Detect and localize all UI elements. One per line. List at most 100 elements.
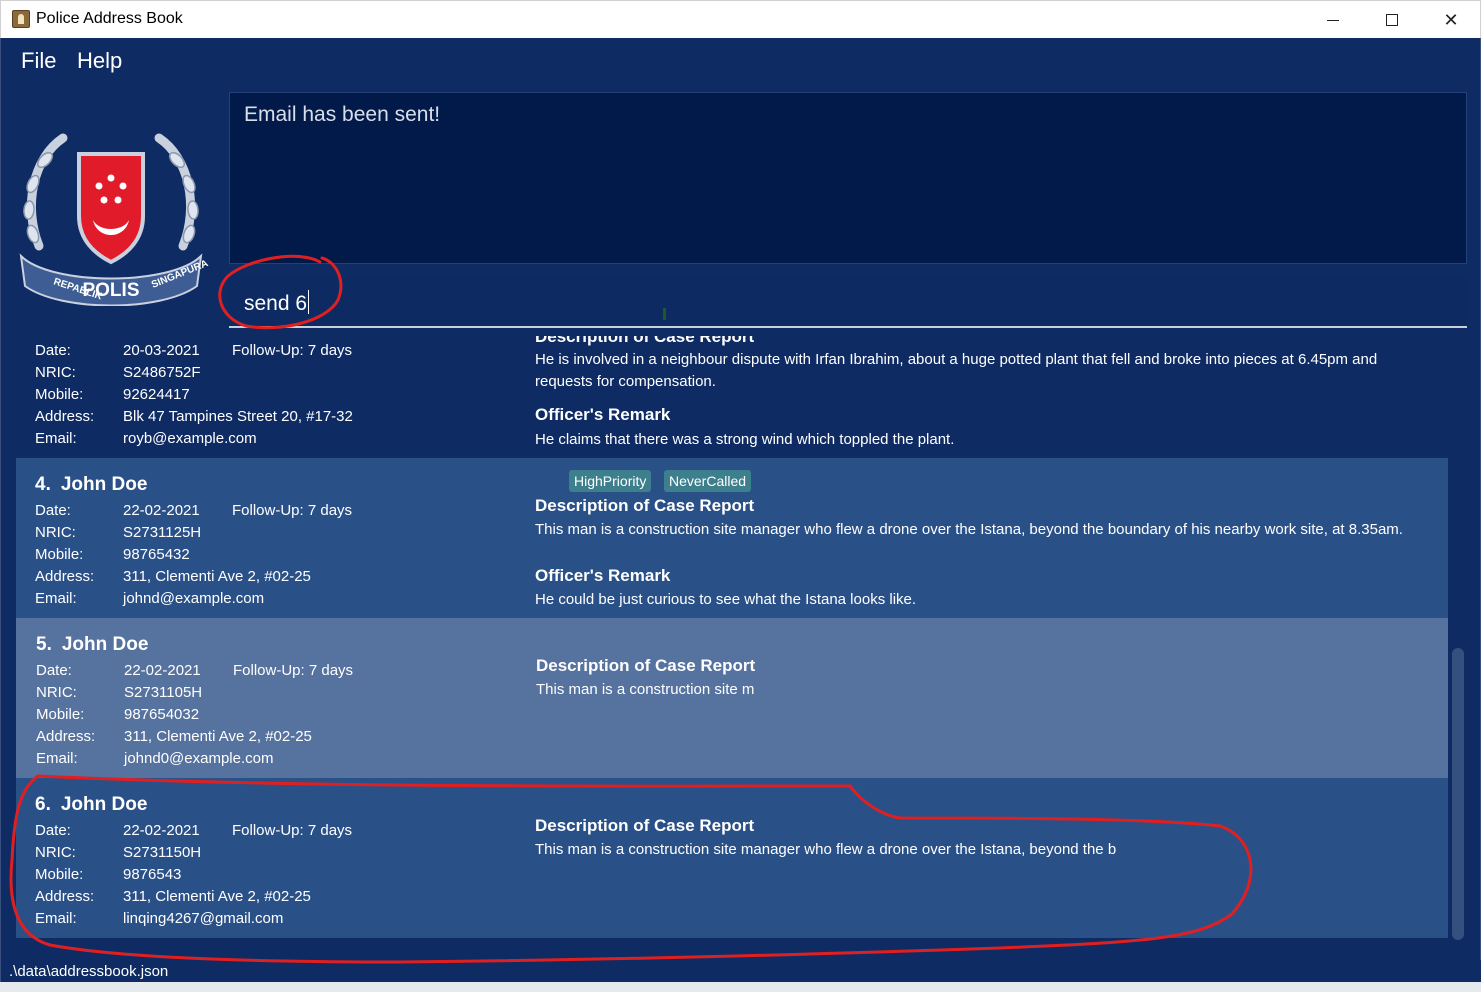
menu-bar: File Help (1, 38, 1481, 82)
email-value: linqing4267@gmail.com (123, 910, 284, 927)
maximize-icon (1386, 14, 1398, 26)
close-button[interactable]: ✕ (1422, 1, 1480, 39)
person-list[interactable]: Date: 20-03-2021 Follow-Up: 7 days NRIC: S… (16, 336, 1448, 940)
nric-value: S2486752F (123, 364, 201, 381)
date-label: Date: (35, 342, 71, 359)
nric-value: S2731125H (123, 524, 202, 541)
remark-text: He could be just curious to see what the… (535, 591, 917, 608)
address-label: Address: (35, 568, 95, 585)
mobile-value: 92624417 (123, 386, 190, 403)
person-card[interactable]: Date: 20-03-2021 Follow-Up: 7 days NRIC: S… (16, 336, 1448, 458)
nric-value: S2731105H (124, 684, 203, 701)
logo-center-text: POLIS (82, 280, 139, 301)
email-label: Email: (35, 590, 77, 607)
address-row: Address: 311, Clementi Ave 2, #02-25 (35, 888, 311, 905)
minimize-icon (1327, 19, 1339, 21)
mobile-label: Mobile: (35, 546, 84, 563)
followup-text: Follow-Up: 7 days (232, 502, 353, 519)
mobile-row: Mobile: 987654032 (36, 706, 199, 723)
address-row: Address: 311, Clementi Ave 2, #02-25 (35, 568, 311, 585)
app-window: Police Address Book ✕ File Help REPABLIK… (0, 0, 1481, 992)
list-scrollbar-thumb[interactable] (1452, 648, 1464, 940)
address-label: Address: (35, 408, 95, 425)
nric-label: NRIC: (36, 684, 77, 701)
mouse-cursor-icon (663, 308, 666, 320)
address-value: Blk 47 Tampines Street 20, #17-32 (123, 408, 353, 425)
nric-label: NRIC: (35, 844, 76, 861)
case-report-text: He is involved in a neighbour dispute wi… (535, 351, 1378, 390)
email-label: Email: (36, 750, 78, 767)
case-report-text: This man is a construction site manager … (535, 841, 1117, 858)
followup-text: Follow-Up: 7 days (232, 822, 353, 839)
mobile-label: Mobile: (35, 386, 84, 403)
address-book-icon (12, 10, 30, 28)
case-report-text: This man is a construction site manager … (535, 521, 1403, 538)
date-value: 22-02-2021 (124, 662, 201, 679)
case-report-title: Description of Case Report (535, 816, 755, 835)
menu-file[interactable]: File (21, 48, 56, 74)
address-label: Address: (36, 728, 96, 745)
person-index: 4. (35, 474, 51, 495)
email-row: Email: linqing4267@gmail.com (35, 910, 283, 927)
followup-text: Follow-Up: 7 days (233, 662, 354, 679)
date-label: Date: (35, 502, 71, 519)
minimize-button[interactable] (1304, 1, 1362, 39)
command-input[interactable]: send 6 (229, 276, 1467, 328)
nric-label: NRIC: (35, 524, 76, 541)
person-card-selected[interactable]: 5. John Doe Date: 22-02-2021 Follow-Up: 7 … (16, 618, 1448, 778)
red-shield-icon (77, 152, 145, 265)
maximize-button[interactable] (1363, 1, 1421, 39)
person-card[interactable]: 4. John Doe Date: 22-02-2021 Follow-Up: 7 … (16, 458, 1448, 618)
command-text: send 6 (244, 290, 310, 316)
address-row: Address: Blk 47 Tampines Street 20, #17-3… (35, 408, 353, 425)
close-icon: ✕ (1443, 9, 1459, 30)
result-display: Email has been sent! (229, 92, 1467, 264)
case-report-title: Description of Case Report (536, 656, 756, 675)
address-row: Address: 311, Clementi Ave 2, #02-25 (36, 728, 312, 745)
person-name-text: John Doe (61, 634, 149, 655)
person-index: 6. (35, 794, 51, 815)
date-label: Date: (36, 662, 72, 679)
date-row: Date: 22-02-2021 (35, 502, 200, 519)
person-name-text: John Doe (60, 794, 148, 815)
address-value: 311, Clementi Ave 2, #02-25 (123, 568, 311, 585)
followup-text: Follow-Up: 7 days (232, 342, 353, 359)
person-card[interactable]: 6. John Doe Date: 22-02-2021 Follow-Up: 7 … (16, 778, 1448, 938)
address-value: 311, Clementi Ave 2, #02-25 (123, 888, 311, 905)
address-label: Address: (35, 888, 95, 905)
case-report-title: Description of Case Report (535, 496, 755, 515)
date-value: 22-02-2021 (123, 822, 200, 839)
person-name: 5. John Doe (36, 634, 148, 656)
nric-row: NRIC: S2731150H (35, 844, 201, 861)
email-row: Email: royb@example.com (35, 430, 257, 447)
tag-badge: NeverCalled (664, 470, 752, 492)
remark-text: He claims that there was a strong wind w… (535, 431, 955, 448)
email-value: johnd@example.com (123, 590, 265, 607)
date-label: Date: (35, 822, 71, 839)
person-name: 4. John Doe (35, 474, 147, 496)
nric-value: S2731150H (123, 844, 202, 861)
main-panel: File Help REPABLIK POLIS SINGAPURA Email… (0, 38, 1481, 992)
case-report-text: This man is a construction site m (536, 681, 755, 698)
menu-help[interactable]: Help (77, 48, 122, 74)
police-crest-logo: REPABLIK POLIS SINGAPURA (19, 133, 210, 306)
title-bar: Police Address Book ✕ (0, 0, 1481, 38)
data-file-path: .\data\addressbook.json (9, 963, 169, 980)
date-row: Date: 22-02-2021 (35, 822, 200, 839)
case-report-title: Description of Case Report (535, 336, 755, 346)
result-message: Email has been sent! (244, 103, 441, 126)
person-index: 5. (36, 634, 52, 655)
mobile-value: 98765432 (123, 546, 190, 563)
email-label: Email: (35, 430, 77, 447)
text-caret (308, 290, 310, 314)
remark-title: Officer's Remark (535, 405, 671, 424)
email-value: royb@example.com (123, 430, 257, 447)
nric-row: NRIC: S2486752F (35, 364, 201, 381)
os-taskbar (0, 982, 1481, 992)
date-value: 20-03-2021 (123, 342, 200, 359)
email-value: johnd0@example.com (124, 750, 274, 767)
person-name: 6. John Doe (35, 794, 147, 816)
email-row: Email: johnd0@example.com (36, 750, 273, 767)
person-name-text: John Doe (60, 474, 148, 495)
date-row: Date: 22-02-2021 (36, 662, 201, 679)
